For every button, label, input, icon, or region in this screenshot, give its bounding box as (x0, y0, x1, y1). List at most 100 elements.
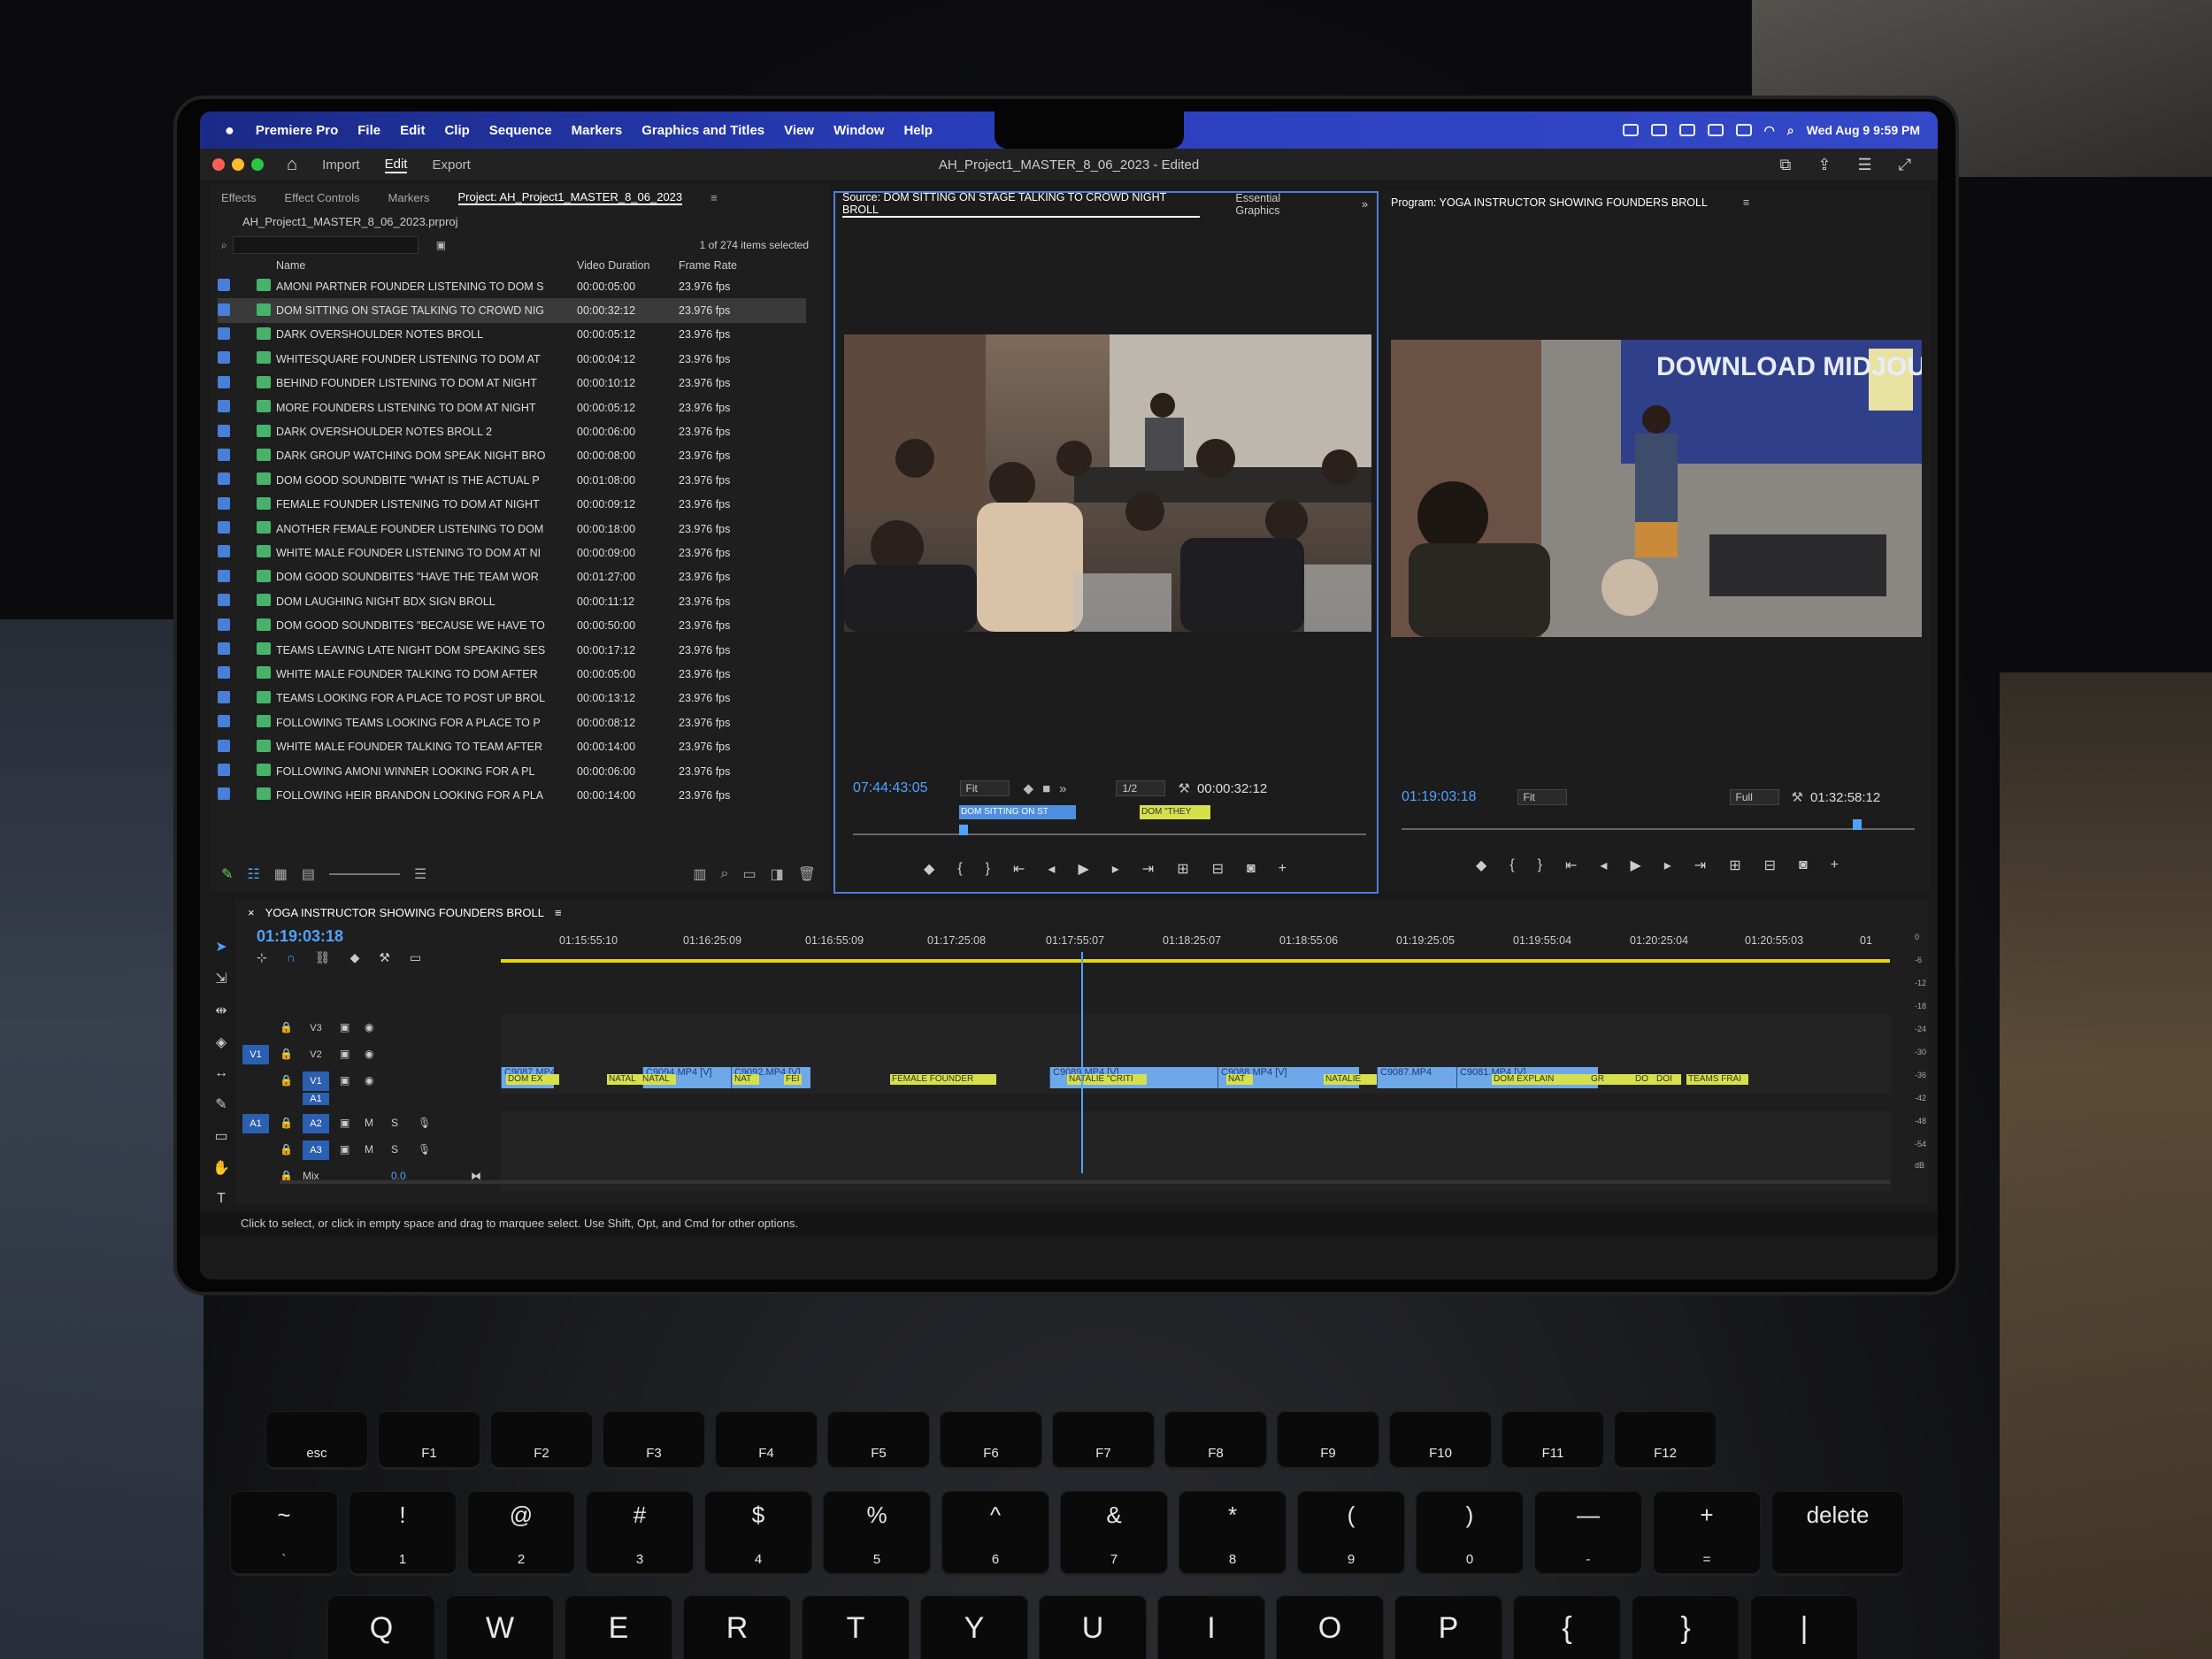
minimize-window-icon[interactable] (232, 158, 244, 171)
sync-icon[interactable]: ▣ (340, 1048, 349, 1060)
keyboard-key[interactable]: — - (1534, 1491, 1642, 1574)
keyboard-key[interactable]: F2 (490, 1411, 593, 1468)
snap-icon[interactable]: ∩ (287, 950, 296, 965)
source-patch-a1[interactable]: A1 (242, 1114, 269, 1133)
timeline-clip[interactable]: DOM EX (506, 1074, 559, 1085)
keyboard-key[interactable]: | (1750, 1595, 1858, 1659)
automate-icon[interactable]: ▥ (693, 865, 706, 883)
list-view-icon[interactable]: ☷ (247, 865, 259, 883)
mute-icon[interactable]: M (365, 1143, 373, 1156)
table-row[interactable]: DARK GROUP WATCHING DOM SPEAK NIGHT BRO 0… (218, 444, 806, 468)
column-name[interactable]: Name (276, 257, 577, 274)
keyboard-key[interactable]: F9 (1277, 1411, 1379, 1468)
trash-icon[interactable]: 🗑 (798, 865, 816, 883)
label-color-chip[interactable] (218, 715, 230, 728)
keyboard-key[interactable]: U (1039, 1595, 1147, 1659)
sequence-tab[interactable]: YOGA INSTRUCTOR SHOWING FOUNDERS BROLL (265, 906, 544, 919)
eye-icon[interactable]: ◉ (365, 1074, 373, 1087)
camera-icon[interactable]: ◙ (1799, 857, 1808, 873)
label-color-chip[interactable] (218, 424, 230, 437)
track-label-v2[interactable]: V2 (303, 1045, 329, 1064)
razor-tool-icon[interactable]: ◈ (216, 1033, 227, 1051)
keyboard-key[interactable]: ) 0 (1416, 1491, 1524, 1574)
timeline-clip[interactable]: DOI (1655, 1074, 1681, 1085)
pen-tool-icon[interactable]: ✎ (215, 1095, 227, 1113)
go-to-out-icon[interactable]: ⇥ (1694, 856, 1706, 874)
menu-graphics[interactable]: Graphics and Titles (641, 123, 764, 138)
source-timecode[interactable]: 07:44:43:05 (853, 780, 928, 796)
menu-window[interactable]: Window (833, 123, 884, 138)
keyboard-key[interactable]: W (446, 1595, 554, 1659)
label-color-chip[interactable] (218, 739, 230, 752)
tab-effects[interactable]: Effects (221, 191, 257, 204)
new-item-icon[interactable]: ◨ (771, 865, 784, 883)
timeline-ruler[interactable]: 01:15:55:10 01:16:25:09 01:16:55:09 01:1… (497, 934, 1895, 952)
rectangle-tool-icon[interactable]: ▭ (214, 1127, 227, 1145)
keyboard-key[interactable]: O (1276, 1595, 1384, 1659)
source-fit-dropdown[interactable]: Fit (959, 780, 1010, 796)
source-marker-label[interactable]: DOM SITTING ON ST (959, 805, 1076, 819)
go-to-out-icon[interactable]: ⇥ (1142, 860, 1154, 878)
project-search-input[interactable] (232, 236, 419, 254)
camera-icon[interactable]: ◙ (1247, 861, 1256, 877)
work-area-bar[interactable] (501, 959, 1890, 963)
table-row[interactable]: DOM SITTING ON STAGE TALKING TO CROWD NI… (218, 298, 806, 323)
mark-out-icon[interactable]: } (986, 861, 990, 877)
mark-in-icon[interactable]: { (957, 861, 962, 877)
microphone-icon[interactable]: 🎙 (418, 1143, 431, 1156)
workspace-edit[interactable]: Edit (384, 157, 408, 173)
keyboard-key[interactable]: P (1394, 1595, 1502, 1659)
clock[interactable]: Wed Aug 9 9:59 PM (1807, 123, 1920, 137)
program-resolution-dropdown[interactable]: Full (1729, 789, 1779, 805)
label-color-chip[interactable] (218, 642, 230, 656)
keyboard-key[interactable]: F8 (1164, 1411, 1267, 1468)
status-app-icon[interactable] (1622, 124, 1639, 136)
menu-app-name[interactable]: Premiere Pro (256, 123, 338, 138)
table-row[interactable]: FOLLOWING HEIR BRANDON LOOKING FOR A PLA… (218, 783, 806, 807)
tab-program[interactable]: Program: YOGA INSTRUCTOR SHOWING FOUNDER… (1391, 196, 1708, 209)
timeline-clip[interactable]: NAT (1226, 1074, 1253, 1085)
keyboard-key[interactable]: Q (327, 1595, 435, 1659)
table-row[interactable]: FOLLOWING TEAMS LOOKING FOR A PLACE TO P… (218, 710, 806, 734)
source-video-frame[interactable] (844, 334, 1371, 632)
keyboard-key[interactable]: + = (1653, 1491, 1761, 1574)
add-marker-icon[interactable]: ◆ (1476, 856, 1486, 874)
keyboard-key[interactable]: ~ ` (230, 1491, 338, 1574)
marker-icon[interactable]: ◆ (1024, 780, 1034, 796)
type-tool-icon[interactable]: T (217, 1191, 226, 1207)
label-color-chip[interactable] (218, 787, 230, 801)
table-row[interactable]: DOM GOOD SOUNDBITE "WHAT IS THE ACTUAL P… (218, 468, 806, 492)
slip-tool-icon[interactable]: ↔ (214, 1065, 228, 1081)
timeline-clip[interactable]: DOM EXPLAIN (1492, 1074, 1589, 1085)
source-playhead[interactable] (959, 825, 968, 835)
fullscreen-icon[interactable]: ⤢ (1899, 156, 1911, 174)
keyboard-key[interactable]: $4 (704, 1491, 812, 1574)
label-color-chip[interactable] (218, 303, 230, 316)
label-color-chip[interactable] (218, 569, 230, 582)
keyboard-key[interactable]: F10 (1389, 1411, 1492, 1468)
track-label-v3[interactable]: V3 (303, 1018, 329, 1038)
keyboard-key[interactable]: @2 (467, 1491, 575, 1574)
wrench-icon[interactable]: ⚒ (1178, 780, 1189, 796)
label-color-chip[interactable] (218, 690, 230, 703)
eye-icon[interactable]: ◉ (365, 1048, 373, 1060)
play-icon[interactable]: ▶ (1078, 860, 1088, 878)
close-window-icon[interactable] (212, 158, 225, 171)
label-color-chip[interactable] (218, 326, 230, 340)
sync-icon[interactable]: ▣ (340, 1021, 349, 1033)
track-select-tool-icon[interactable]: ⇲ (215, 970, 227, 987)
label-color-chip[interactable] (218, 472, 230, 486)
status-app-icon[interactable] (1650, 124, 1667, 136)
table-row[interactable]: DOM LAUGHING NIGHT BDX SIGN BROLL 00:00:1… (218, 589, 806, 613)
icon-view-icon[interactable]: ▦ (274, 865, 288, 883)
table-row[interactable]: WHITE MALE FOUNDER LISTENING TO DOM AT N… (218, 541, 806, 565)
keyboard-key[interactable]: E (565, 1595, 672, 1659)
source-marker-label[interactable]: DOM "THEY (1140, 805, 1210, 819)
menu-view[interactable]: View (784, 123, 814, 138)
timeline-scrollbar[interactable] (280, 1180, 1890, 1184)
track-label-v1[interactable]: V1 (303, 1071, 329, 1091)
program-playhead[interactable] (1853, 819, 1862, 830)
label-color-chip[interactable] (218, 496, 230, 510)
add-marker-icon[interactable]: ◆ (924, 860, 934, 878)
eye-icon[interactable]: ◉ (365, 1021, 373, 1033)
